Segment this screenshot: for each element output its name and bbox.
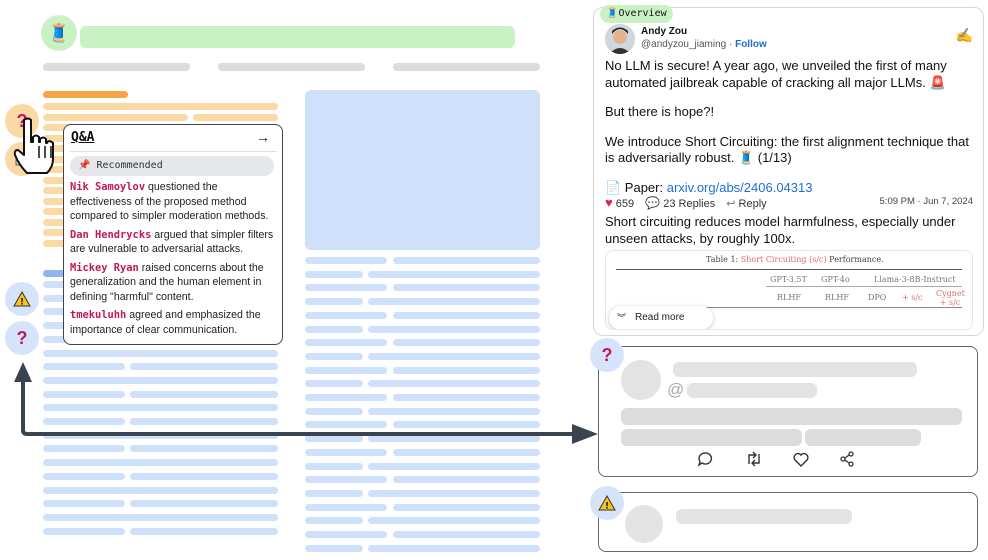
- table-rule: [766, 286, 962, 287]
- edit-icon[interactable]: ✍️: [956, 27, 973, 44]
- overview-tab-label: Overview: [618, 8, 667, 19]
- paper-line: 📄 Paper: arxiv.org/abs/2406.04313: [605, 180, 977, 197]
- table-subheader: Cygnet + s/c: [936, 289, 965, 307]
- avatar[interactable]: [605, 24, 635, 54]
- tweet-description: Short circuiting reduces model harmfulne…: [605, 214, 956, 246]
- text-placeholder: [621, 408, 962, 425]
- share-icon[interactable]: [839, 451, 855, 467]
- chevron-down-icon: ︾: [617, 313, 627, 323]
- table-header: GPT-4o: [821, 275, 850, 284]
- tweet-paragraph: No LLM is secure! A year ago, we unveile…: [605, 58, 947, 90]
- read-more-label: Read more: [635, 312, 685, 323]
- handle-placeholder: [687, 383, 817, 398]
- paper-link[interactable]: arxiv.org/abs/2406.04313: [667, 180, 813, 195]
- heart-icon[interactable]: ♥: [605, 195, 613, 210]
- handle-text: @andyzou_jiaming ·: [641, 39, 736, 50]
- table-header: Llama-3-8B-Instruct: [874, 275, 956, 284]
- table-subheader: RLHF: [825, 293, 849, 302]
- comment-icon[interactable]: [697, 451, 713, 467]
- author-handle: @andyzou_jiaming · Follow: [641, 39, 767, 50]
- table-subheader: + s/c: [902, 293, 923, 302]
- read-more-button[interactable]: ︾ Read more: [609, 306, 713, 329]
- thread-icon: 🧵: [606, 8, 619, 19]
- author-name[interactable]: Andy Zou: [641, 26, 687, 37]
- avatar-placeholder: [621, 360, 661, 400]
- table-subheader: DPO: [868, 293, 887, 302]
- skeleton-tweet-card: [598, 492, 978, 552]
- likes-count: 659: [615, 198, 635, 210]
- caption-suffix: Performance.: [826, 255, 884, 264]
- paper-label: 📄 Paper:: [605, 179, 667, 195]
- tweet-text: No LLM is secure! A year ago, we unveile…: [605, 58, 977, 196]
- paper-preview[interactable]: Table 1: Short Circuiting (s/c) Performa…: [605, 250, 973, 330]
- reply-button[interactable]: Reply: [739, 198, 767, 210]
- table-caption: Table 1: Short Circuiting (s/c) Performa…: [706, 255, 884, 264]
- avatar-placeholder: [625, 505, 663, 543]
- question-icon[interactable]: ?: [590, 338, 624, 372]
- caption-highlight: Short Circuiting (s/c): [740, 255, 827, 264]
- follow-button[interactable]: Follow: [735, 39, 767, 50]
- name-placeholder: [676, 509, 852, 524]
- tweet-paragraph: But there is hope?!: [605, 104, 715, 119]
- retweet-icon[interactable]: [745, 451, 763, 467]
- timestamp: 5:09 PM · Jun 7, 2024: [879, 196, 973, 207]
- caption-prefix: Table 1:: [706, 255, 741, 264]
- warning-icon[interactable]: !: [590, 486, 624, 520]
- svg-text:!: !: [605, 502, 609, 512]
- overview-tab[interactable]: 🧵Overview: [600, 5, 673, 23]
- table-header: GPT-3.5T: [770, 275, 807, 284]
- at-icon: @: [667, 380, 685, 399]
- table-rule: [616, 269, 962, 270]
- skeleton-tweet-card: @: [598, 346, 978, 477]
- name-placeholder: [673, 362, 917, 377]
- reply-icon[interactable]: ↩: [726, 198, 735, 210]
- engagement-bar: ♥ 659 💬 23 Replies ↩ Reply 5:09 PM · Jun…: [605, 195, 975, 210]
- tweet-card[interactable]: Andy Zou @andyzou_jiaming · Follow ✍️ No…: [593, 7, 984, 336]
- replies-count[interactable]: 23 Replies: [663, 198, 715, 210]
- table-subheader: RLHF: [777, 293, 801, 302]
- tweet-paragraph: We introduce Short Circuiting: the first…: [605, 133, 969, 166]
- text-placeholder: [621, 429, 802, 446]
- heart-outline-icon[interactable]: [793, 452, 809, 467]
- comment-icon[interactable]: 💬: [645, 196, 660, 210]
- text-placeholder: [805, 429, 921, 446]
